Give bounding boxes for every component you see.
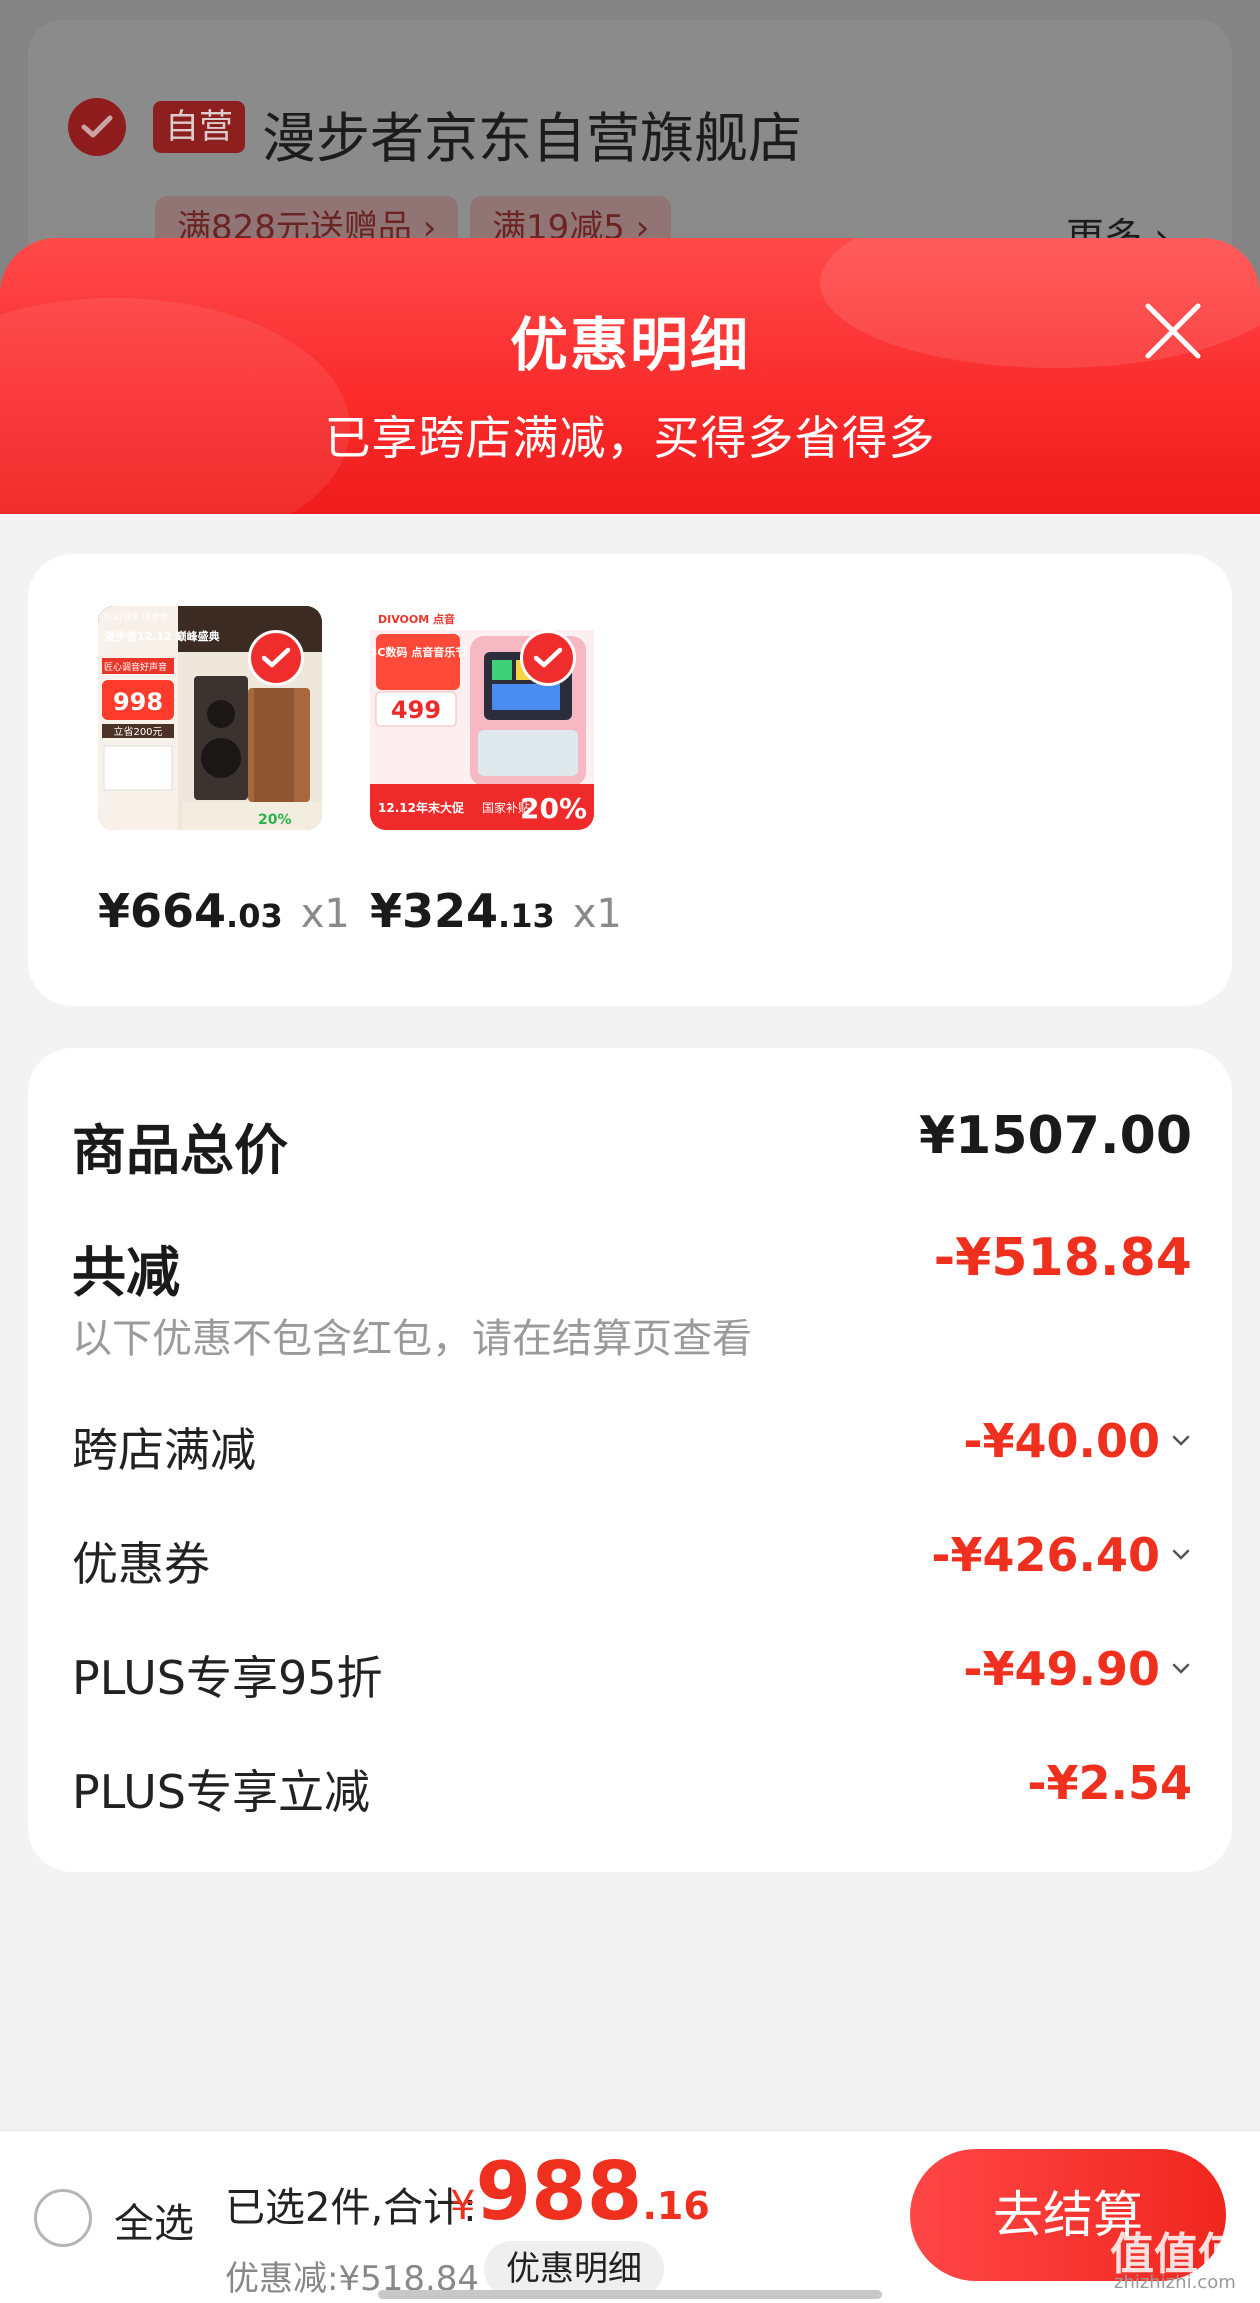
total-discount-value: -¥518.84 <box>933 1228 1192 1288</box>
selected-count-text: 已选2件,合计: <box>225 2185 477 2231</box>
chevron-down-icon[interactable] <box>1170 1430 1192 1452</box>
sheet-title: 优惠明细 <box>509 311 750 379</box>
chevron-down-icon[interactable] <box>1170 1658 1192 1680</box>
discount-detail-button[interactable]: 优惠明细 <box>484 2241 664 2297</box>
total-price-value: ¥1507.00 <box>918 1106 1192 1166</box>
select-all-radio[interactable] <box>34 2189 92 2247</box>
svg-text:DIVOOM 点音: DIVOOM 点音 <box>378 612 455 626</box>
products-card: 998 立省200元 EDIFIER 漫步者 漫步者12.12 巅峰盛典 匠心调… <box>28 554 1232 1006</box>
product-price: ¥664.03 x1 <box>98 884 350 938</box>
close-button[interactable] <box>1138 296 1208 366</box>
product-quantity: x1 <box>572 891 622 937</box>
close-icon <box>1145 303 1201 359</box>
discount-item-value: -¥49.90 <box>963 1642 1160 1696</box>
discount-sheet-header: 优惠明细 已享跨店满减，买得多省得多 <box>0 238 1260 514</box>
svg-text:3C数码 点音音乐节: 3C数码 点音音乐节 <box>370 645 466 659</box>
chevron-down-icon[interactable] <box>1170 1544 1192 1566</box>
svg-text:998: 998 <box>113 688 163 716</box>
price-summary-card: 商品总价 ¥1507.00 共减 -¥518.84 以下优惠不包含红包，请在结算… <box>28 1048 1232 1872</box>
product-quantity: x1 <box>300 891 350 937</box>
svg-text:20%: 20% <box>258 812 292 828</box>
sheet-subtitle: 已享跨店满减，买得多省得多 <box>324 411 936 465</box>
select-all-label[interactable]: 全选 <box>114 2191 194 2249</box>
self-operated-badge: 自营 <box>153 101 245 153</box>
payable-total: ¥988.16 <box>450 2145 710 2238</box>
svg-text:立省200元: 立省200元 <box>113 725 162 738</box>
discount-item-value: -¥2.54 <box>1027 1756 1192 1810</box>
total-price-label: 商品总价 <box>72 1119 288 1182</box>
total-discount-label: 共减 <box>72 1241 180 1304</box>
discount-item-label: PLUS专享95折 <box>72 1651 383 1705</box>
svg-text:12.12年末大促: 12.12年末大促 <box>378 800 465 815</box>
discount-item-label: 优惠券 <box>72 1537 210 1591</box>
svg-text:EDIFIER 漫步者: EDIFIER 漫步者 <box>104 611 169 623</box>
store-name: 漫步者京东自营旗舰店 <box>262 107 802 170</box>
discount-item-value: -¥40.00 <box>963 1414 1160 1468</box>
svg-text:499: 499 <box>391 696 441 724</box>
svg-text:20%: 20% <box>520 792 587 825</box>
selected-check-icon <box>520 630 576 686</box>
discount-note: 以下优惠不包含红包，请在结算页查看 <box>72 1316 752 1362</box>
product-image[interactable]: 998 立省200元 EDIFIER 漫步者 漫步者12.12 巅峰盛典 匠心调… <box>98 606 322 830</box>
product-image[interactable]: DIVOOM 点音 3C数码 点音音乐节 499 12.12年末大促 国家补贴 … <box>370 606 594 830</box>
home-indicator[interactable] <box>378 2290 882 2299</box>
svg-text:匠心调音好声音: 匠心调音好声音 <box>104 661 167 673</box>
discount-item-value: -¥426.40 <box>931 1528 1160 1582</box>
checkout-bar: 全选 已选2件,合计: ¥988.16 优惠减:¥518.84 优惠明细 去结算 <box>0 2130 1260 2303</box>
discount-item-label: 跨店满减 <box>72 1423 256 1477</box>
watermark-url: zhizhizhi.com <box>1114 2272 1236 2293</box>
product-price: ¥324.13 x1 <box>370 884 622 938</box>
store-check-icon <box>68 98 126 156</box>
discount-item-label: PLUS专享立减 <box>72 1765 370 1819</box>
svg-text:漫步者12.12 巅峰盛典: 漫步者12.12 巅峰盛典 <box>104 629 220 643</box>
selected-check-icon <box>248 630 304 686</box>
